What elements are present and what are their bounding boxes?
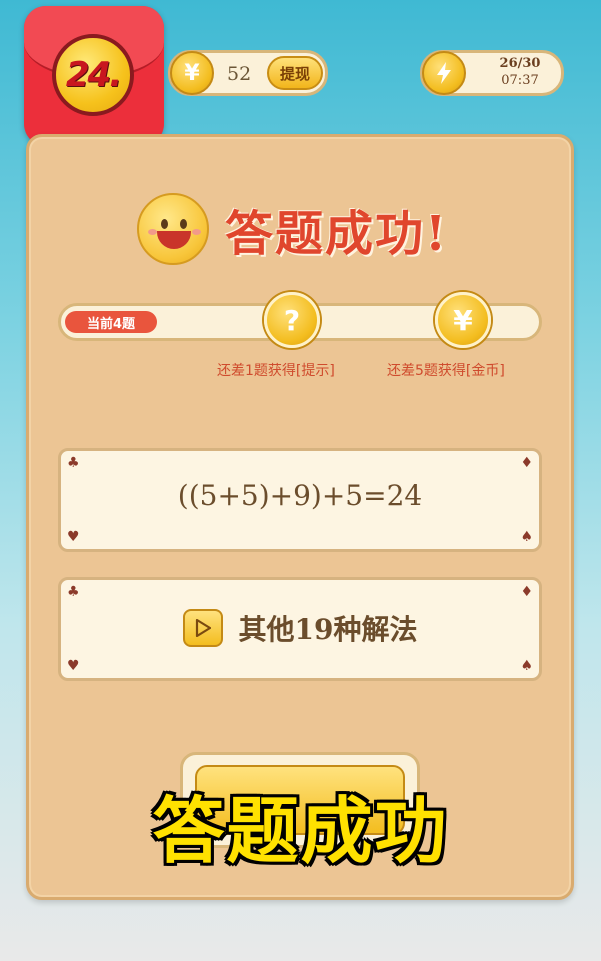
balance-value: 52 bbox=[227, 63, 252, 85]
coin-milestone-icon: ¥ bbox=[435, 292, 491, 348]
result-title: 答题成功! bbox=[225, 206, 449, 262]
progress-current-label: 当前4题 bbox=[65, 311, 157, 333]
answer-expression: ((5+5)+9)+5=24 bbox=[177, 479, 423, 512]
heart-icon: ♥ bbox=[67, 529, 80, 545]
diamond-icon: ♦ bbox=[520, 584, 533, 600]
play-icon bbox=[182, 609, 223, 647]
result-header: 答题成功! bbox=[0, 188, 601, 268]
smiley-face-icon bbox=[137, 193, 209, 265]
energy-count: 26/30 bbox=[499, 56, 541, 71]
yen-coin-icon: ¥ bbox=[170, 51, 214, 95]
app-logo-coin: 24. bbox=[52, 34, 134, 116]
lightning-icon bbox=[422, 51, 466, 95]
spade-icon: ♠ bbox=[520, 529, 533, 545]
answer-card: ♣ ♦ ♥ ♠ ((5+5)+9)+5=24 bbox=[58, 448, 542, 552]
other-solutions-label: 其他19种解法 bbox=[238, 613, 418, 646]
spade-icon: ♠ bbox=[520, 658, 533, 674]
heart-icon: ♥ bbox=[67, 658, 80, 674]
club-icon: ♣ bbox=[67, 455, 80, 471]
app-icon: 24. bbox=[24, 6, 164, 146]
club-icon: ♣ bbox=[67, 584, 80, 600]
diamond-icon: ♦ bbox=[520, 455, 533, 471]
coin-milestone-label: 还差5题获得[金币] bbox=[387, 363, 505, 379]
video-caption: 答题成功 bbox=[152, 789, 449, 873]
withdraw-button[interactable]: 提现 bbox=[267, 56, 323, 90]
hint-milestone-label: 还差1题获得[提示] bbox=[217, 363, 335, 379]
other-solutions-button[interactable]: ♣ ♦ ♥ ♠ 其他19种解法 bbox=[58, 577, 542, 681]
app-logo-text: 24. bbox=[65, 55, 122, 95]
energy-timer: 07:37 bbox=[501, 73, 539, 88]
hint-milestone-icon: ? bbox=[264, 292, 320, 348]
